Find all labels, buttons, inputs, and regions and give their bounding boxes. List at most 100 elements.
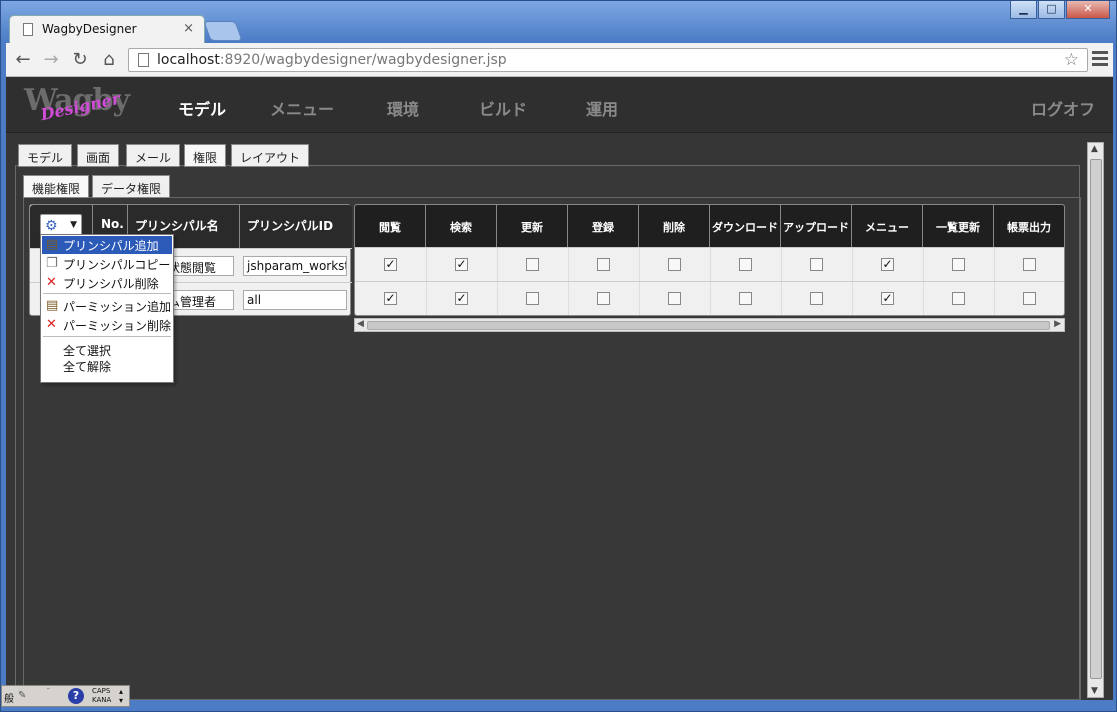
- caps-label: CAPS: [92, 687, 111, 695]
- scroll-left-icon[interactable]: ◀: [357, 319, 364, 329]
- menu-item[interactable]: 全て解除: [42, 357, 172, 375]
- menu-item[interactable]: ❐ プリンシパルコピー: [42, 255, 172, 273]
- kana-label: KANA: [92, 696, 112, 704]
- browser-toolbar: ← → ↻ ⌂ localhost:8920/wagbydesigner/wag…: [6, 43, 1113, 77]
- horizontal-scrollbar[interactable]: ◀ ▶: [354, 318, 1065, 332]
- menu-item[interactable]: ▤ プリンシパル追加: [42, 236, 172, 254]
- menu-item-label: 全て選択: [63, 344, 112, 358]
- tab-data-permission[interactable]: データ権限: [92, 175, 171, 198]
- ime-tool-icon[interactable]: ✎: [18, 690, 26, 701]
- page-icon: [138, 53, 149, 67]
- home-icon[interactable]: ⌂: [98, 49, 120, 71]
- logoff-link[interactable]: ログオフ: [1031, 96, 1095, 120]
- tab-permission[interactable]: 権限: [184, 144, 227, 167]
- permission-checkbox[interactable]: ✓: [881, 292, 894, 305]
- browser-tab[interactable]: WagbyDesigner ×: [9, 15, 205, 43]
- menu-item[interactable]: ✕ パーミッション削除: [42, 316, 172, 334]
- menu-item[interactable]: ✕ プリンシパル削除: [42, 274, 172, 292]
- nav-menu[interactable]: メニュー: [270, 96, 334, 120]
- help-icon[interactable]: ?: [68, 688, 84, 704]
- menu-item-label: プリンシパル削除: [63, 277, 159, 291]
- permission-checkbox[interactable]: [810, 292, 823, 305]
- permission-checkbox[interactable]: [1023, 292, 1036, 305]
- header-perm-7: メニュー: [852, 205, 923, 247]
- menu-separator: [43, 336, 171, 337]
- permission-checkbox[interactable]: [810, 258, 823, 271]
- principal-id-field[interactable]: jshparam_workst: [243, 256, 347, 276]
- nav-build[interactable]: ビルド: [479, 96, 527, 120]
- permission-checkbox[interactable]: [952, 292, 965, 305]
- minimize-button[interactable]: ▁: [1010, 1, 1037, 19]
- permission-checkbox[interactable]: [668, 292, 681, 305]
- chrome-menu-icon[interactable]: [1092, 51, 1108, 69]
- permission-checkbox[interactable]: ✓: [455, 258, 468, 271]
- header-perm-1: 検索: [426, 205, 497, 247]
- permission-checkbox[interactable]: [526, 258, 539, 271]
- permission-checkbox[interactable]: [597, 258, 610, 271]
- app-header: Wagby Designer モデル メニュー 環境 ビルド 運用 ログオフ: [6, 77, 1113, 133]
- add-icon: ▤: [46, 237, 59, 252]
- nav-model[interactable]: モデル: [178, 96, 226, 120]
- menu-item-label: プリンシパルコピー: [63, 258, 171, 272]
- back-icon[interactable]: ←: [12, 49, 34, 71]
- principal-id-field[interactable]: all: [243, 290, 347, 310]
- menu-item-label: パーミッション削除: [63, 319, 172, 333]
- vertical-scrollbar[interactable]: ▲ ▼: [1087, 142, 1104, 698]
- browser-window: ▁ □ ✕ WagbyDesigner × ← → ↻ ⌂ localhost:…: [0, 0, 1117, 712]
- close-window-button[interactable]: ✕: [1066, 1, 1110, 19]
- window-controls: ▁ □ ✕: [1010, 1, 1110, 19]
- add-icon: ▤: [46, 298, 59, 313]
- nav-operation[interactable]: 運用: [586, 96, 618, 120]
- tab-model[interactable]: モデル: [18, 144, 73, 167]
- menu-item-label: プリンシパル追加: [63, 239, 159, 253]
- permission-checkbox[interactable]: ✓: [455, 292, 468, 305]
- address-bar[interactable]: localhost:8920/wagbydesigner/wagbydesign…: [128, 48, 1088, 72]
- permission-checkbox[interactable]: ✓: [384, 258, 397, 271]
- tab-close-icon[interactable]: ×: [183, 21, 194, 36]
- scroll-right-icon[interactable]: ▶: [1054, 319, 1061, 329]
- permission-checkbox[interactable]: [526, 292, 539, 305]
- header-perm-9: 帳票出力: [994, 205, 1064, 247]
- ime-mode-icon[interactable]: 般: [4, 690, 14, 705]
- scroll-down-icon[interactable]: ▼: [1091, 686, 1098, 696]
- scroll-thumb[interactable]: [1090, 159, 1102, 679]
- header-perm-8: 一覧更新: [923, 205, 994, 247]
- header-perm-5: ダウンロード: [710, 205, 781, 247]
- nav-environment[interactable]: 環境: [387, 96, 419, 120]
- header-perm-3: 登録: [568, 205, 639, 247]
- new-tab-button[interactable]: [203, 21, 243, 41]
- permission-checkbox[interactable]: [668, 258, 681, 271]
- permission-grid: 閲覧 検索 更新 登録 削除 ダウンロード アップロード メニュー 一覧更新 帳票出力 ✓ ✓ ✓ ✓ ✓ ✓: [354, 204, 1065, 316]
- permission-checkbox[interactable]: [739, 258, 752, 271]
- scroll-up-icon[interactable]: ▲: [1091, 144, 1098, 154]
- menu-item[interactable]: ▤ パーミッション追加: [42, 297, 172, 315]
- header-perm-6: アップロード: [781, 205, 852, 247]
- copy-icon: ❐: [46, 256, 58, 271]
- delete-icon: ✕: [46, 275, 57, 290]
- app-area: Wagby Designer モデル メニュー 環境 ビルド 運用 ログオフ モ…: [6, 77, 1113, 700]
- tab-mail[interactable]: メール: [126, 144, 181, 167]
- scroll-thumb[interactable]: [367, 321, 1050, 330]
- tab-screen[interactable]: 画面: [77, 144, 120, 167]
- ime-arrows-icon[interactable]: ▴ ▾: [119, 687, 123, 705]
- forward-icon[interactable]: →: [40, 49, 62, 71]
- tab-function-permission[interactable]: 機能権限: [23, 175, 90, 198]
- gear-icon: ⚙: [45, 218, 58, 234]
- permission-checkbox[interactable]: ✓: [881, 258, 894, 271]
- ime-toolbar: 般 ✎ ˘ ? CAPS KANA ▴ ▾: [1, 685, 130, 707]
- header-perm-4: 削除: [639, 205, 710, 247]
- permission-checkbox[interactable]: [952, 258, 965, 271]
- url-host: localhost: [157, 52, 220, 68]
- permission-checkbox[interactable]: [739, 292, 752, 305]
- action-menu-button[interactable]: ⚙ ▼: [40, 214, 82, 236]
- permission-checkbox[interactable]: [1023, 258, 1036, 271]
- permission-checkbox[interactable]: [597, 292, 610, 305]
- header-perm-2: 更新: [497, 205, 568, 247]
- reload-icon[interactable]: ↻: [69, 49, 91, 71]
- permission-checkbox[interactable]: ✓: [384, 292, 397, 305]
- page-icon: [23, 23, 33, 36]
- ime-separator-icon: ˘: [46, 688, 51, 698]
- bookmark-star-icon[interactable]: ☆: [1064, 50, 1079, 70]
- maximize-button[interactable]: □: [1038, 1, 1065, 19]
- tab-layout[interactable]: レイアウト: [231, 144, 310, 167]
